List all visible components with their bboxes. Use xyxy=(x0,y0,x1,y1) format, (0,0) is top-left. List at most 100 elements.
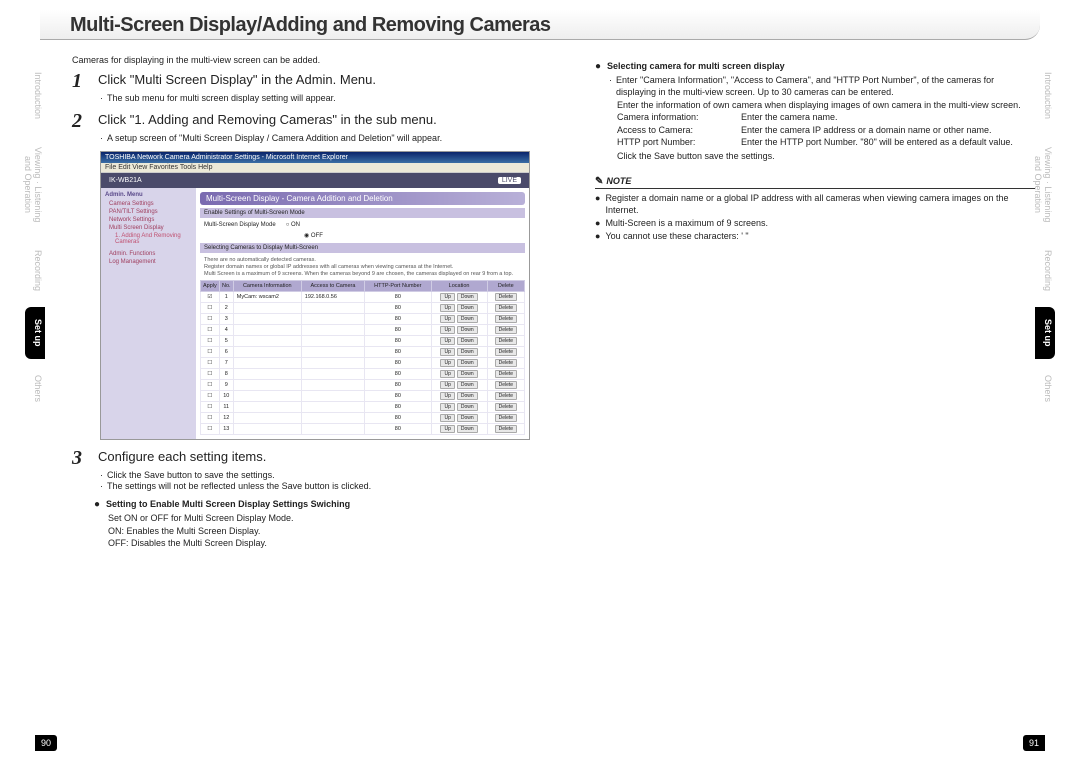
def-camera-info-label: Camera information: xyxy=(617,111,737,123)
step-1-number: 1 xyxy=(72,71,90,91)
ss-table-row: ☐480UpDownDelete xyxy=(201,325,525,336)
note-2: Multi-Screen is a maximum of 9 screens. xyxy=(605,217,768,229)
step-2-detail: A setup screen of "Multi Screen Display … xyxy=(107,133,442,143)
bullet-icon: ● xyxy=(595,61,601,73)
ss-section-select: Selecting Cameras to Display Multi-Scree… xyxy=(200,243,525,253)
side-tabs-right: Introduction Viewing · Listening and Ope… xyxy=(1035,60,1055,418)
step-3-title: Configure each setting items. xyxy=(98,448,552,465)
ss-table-row: ☐880UpDownDelete xyxy=(201,369,525,380)
subheading-selecting: ● Selecting camera for multi screen disp… xyxy=(595,61,1035,73)
ss-table-row: ☐580UpDownDelete xyxy=(201,336,525,347)
ss-table-row: ☐380UpDownDelete xyxy=(201,314,525,325)
title-bar: Multi-Screen Display/Adding and Removing… xyxy=(40,10,1040,40)
subheading-selecting-text: Selecting camera for multi screen displa… xyxy=(607,61,785,73)
tab-others[interactable]: Others xyxy=(25,363,45,414)
embedded-screenshot: TOSHIBA Network Camera Administrator Set… xyxy=(100,151,530,440)
subheading-enable: ● Setting to Enable Multi Screen Display… xyxy=(94,499,552,511)
pencil-icon: ✎ xyxy=(595,176,603,187)
step-3: 3 Configure each setting items. ·Click t… xyxy=(72,448,552,491)
ss-th: Camera Information xyxy=(233,281,301,292)
selecting-p2: Enter the information of own camera when… xyxy=(609,99,1035,111)
step-3-number: 3 xyxy=(72,448,90,468)
ss-table-row: ☐1380UpDownDelete xyxy=(201,424,525,435)
page-number-left: 90 xyxy=(35,735,57,751)
step-2: 2 Click "1. Adding and Removing Cameras"… xyxy=(72,111,552,143)
tab-recording-r[interactable]: Recording xyxy=(1035,238,1055,303)
ss-section-enable: Enable Settings of Multi-Screen Mode xyxy=(200,208,525,218)
ss-table-row: ☐280UpDownDelete xyxy=(201,303,525,314)
right-column: ● Selecting camera for multi screen disp… xyxy=(595,55,1035,244)
step-2-title: Click "1. Adding and Removing Cameras" i… xyxy=(98,111,552,128)
ss-nav-item: Network Settings xyxy=(105,217,192,223)
tab-viewing-r[interactable]: Viewing · Listening and Operation xyxy=(1035,135,1055,234)
ss-nav-item: Camera Settings xyxy=(105,201,192,207)
tab-introduction[interactable]: Introduction xyxy=(25,60,45,131)
step-2-number: 2 xyxy=(72,111,90,131)
enable-line-3: OFF: Disables the Multi Screen Display. xyxy=(108,537,552,549)
ss-product: IK-WB21A xyxy=(109,177,142,184)
left-column: Cameras for displaying in the multi-view… xyxy=(72,55,552,549)
ss-header: IK-WB21A LIVE xyxy=(101,173,529,188)
page-title: Multi-Screen Display/Adding and Removing… xyxy=(70,14,1010,37)
ss-window-title: TOSHIBA Network Camera Administrator Set… xyxy=(101,152,529,163)
tab-others-r[interactable]: Others xyxy=(1035,363,1055,414)
subheading-enable-text: Setting to Enable Multi Screen Display S… xyxy=(106,499,350,511)
ss-table-row: ☐1280UpDownDelete xyxy=(201,413,525,424)
ss-nav-item: Multi Screen Display xyxy=(105,225,192,231)
step-1-title: Click "Multi Screen Display" in the Admi… xyxy=(98,71,552,88)
side-tabs-left: Introduction Viewing · Listening and Ope… xyxy=(25,60,45,418)
step-1-detail: The sub menu for multi screen display se… xyxy=(107,93,336,103)
ss-menubar: File Edit View Favorites Tools Help xyxy=(101,163,529,173)
tab-recording[interactable]: Recording xyxy=(25,238,45,303)
ss-radio-off: ◉ OFF xyxy=(304,232,323,239)
ss-radio-on: ○ ON xyxy=(286,222,300,228)
note-block: ✎ NOTE ●Register a domain name or a glob… xyxy=(595,176,1035,243)
ss-camera-table: Apply No. Camera Information Access to C… xyxy=(200,280,525,435)
page-number-right: 91 xyxy=(1023,735,1045,751)
def-port-val: Enter the HTTP port Number. "80" will be… xyxy=(741,136,1013,148)
note-3: You cannot use these characters: ' " xyxy=(605,230,748,242)
ss-nav-item: PAN/TILT Settings xyxy=(105,209,192,215)
ss-nav-item: Log Management xyxy=(105,259,192,265)
ss-main-panel: Multi-Screen Display - Camera Addition a… xyxy=(196,188,529,439)
ss-table-row: ☐1180UpDownDelete xyxy=(201,402,525,413)
def-access-label: Access to Camera: xyxy=(617,124,737,136)
step-3-detail-2: The settings will not be reflected unles… xyxy=(107,481,371,491)
ss-table-row: ☐780UpDownDelete xyxy=(201,358,525,369)
note-label: NOTE xyxy=(606,176,631,186)
ss-th: Location xyxy=(431,281,487,292)
intro-text: Cameras for displaying in the multi-view… xyxy=(72,55,552,65)
def-port-label: HTTP port Number: xyxy=(617,136,737,148)
tab-viewing[interactable]: Viewing · Listening and Operation xyxy=(25,135,45,234)
enable-line-2: ON: Enables the Multi Screen Display. xyxy=(108,525,552,537)
ss-table-row: ☐1080UpDownDelete xyxy=(201,391,525,402)
ss-table-row: ☐980UpDownDelete xyxy=(201,380,525,391)
note-1: Register a domain name or a global IP ad… xyxy=(605,192,1035,216)
ss-panel-title: Multi-Screen Display - Camera Addition a… xyxy=(200,192,525,205)
ss-nav-item: Admin. Functions xyxy=(105,251,192,257)
ss-th: Delete xyxy=(487,281,524,292)
tab-introduction-r[interactable]: Introduction xyxy=(1035,60,1055,131)
ss-th: HTTP-Port Number xyxy=(365,281,431,292)
tab-setup[interactable]: Set up xyxy=(25,307,45,359)
def-camera-info-val: Enter the camera name. xyxy=(741,111,838,123)
ss-desc: There are no automatically detected came… xyxy=(200,255,525,280)
bullet-icon: ● xyxy=(94,499,100,511)
ss-mode-label: Multi-Screen Display Mode xyxy=(204,222,276,228)
selecting-p1: Enter "Camera Information", "Access to C… xyxy=(616,74,1035,98)
ss-table-row: ☑1MyCam: wscam2192.168.0.5680UpDownDelet… xyxy=(201,292,525,303)
ss-live-badge: LIVE xyxy=(498,177,521,184)
ss-th: Access to Camera xyxy=(301,281,364,292)
ss-table-row: ☐680UpDownDelete xyxy=(201,347,525,358)
tab-setup-r[interactable]: Set up xyxy=(1035,307,1055,359)
step-3-detail-1: Click the Save button to save the settin… xyxy=(107,470,275,480)
step-1: 1 Click "Multi Screen Display" in the Ad… xyxy=(72,71,552,103)
ss-th: Apply xyxy=(201,281,220,292)
ss-th: No. xyxy=(219,281,233,292)
ss-nav-sub: 1. Adding And Removing Cameras xyxy=(105,233,192,245)
def-access-val: Enter the camera IP address or a domain … xyxy=(741,124,991,136)
selecting-p3: Click the Save button save the settings. xyxy=(609,150,1035,162)
enable-line-1: Set ON or OFF for Multi Screen Display M… xyxy=(108,512,552,524)
ss-admin-menu: Admin. Menu xyxy=(105,192,192,198)
ss-sidebar: Admin. Menu Camera Settings PAN/TILT Set… xyxy=(101,188,196,439)
